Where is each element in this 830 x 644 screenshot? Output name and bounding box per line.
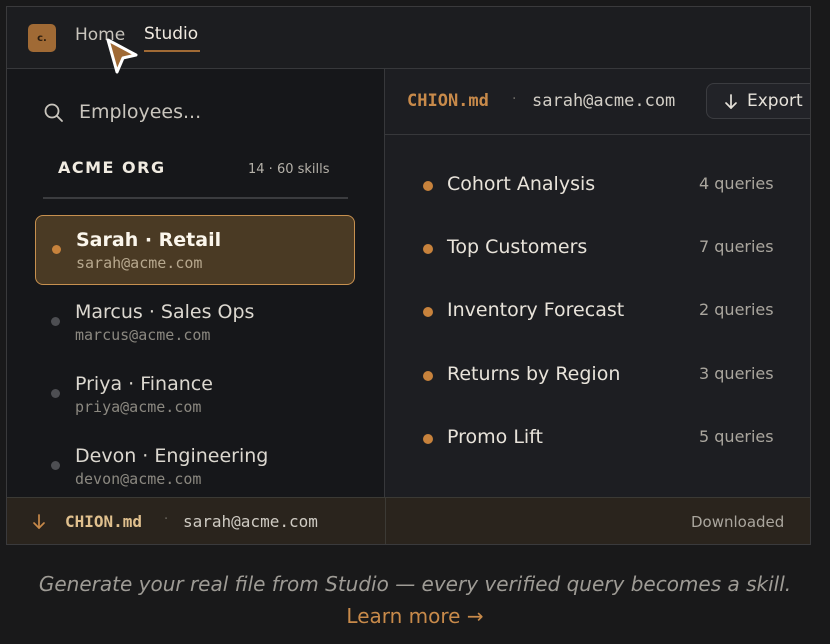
employee-item-marcus[interactable]: Marcus · Sales Ops marcus@acme.com [35,288,355,358]
bullet-dot [423,371,433,381]
header-separator: · [512,91,517,107]
status-dot [52,245,61,254]
query-item[interactable]: Promo Lift 5 queries [385,419,810,459]
bar-divider [385,498,386,544]
export-label: Export [747,91,803,111]
query-name: Promo Lift [447,426,543,448]
downloaded-file-name: CHION.md [65,512,143,531]
query-count: 4 queries [699,174,774,193]
file-owner-email: sarah@acme.com [532,91,676,111]
logo[interactable]: c. [28,24,56,52]
query-name: Inventory Forecast [447,299,625,321]
nav-studio-link[interactable]: Studio [144,24,198,44]
download-separator: · [164,512,169,527]
org-divider [43,197,348,199]
query-item[interactable]: Returns by Region 3 queries [385,356,810,396]
employee-item-sarah[interactable]: Sarah · Retail sarah@acme.com [35,215,355,285]
caption-text: Generate your real file from Studio — ev… [38,572,792,596]
search-icon [44,103,63,122]
query-item[interactable]: Top Customers 7 queries [385,229,810,269]
status-dot [51,317,60,326]
download-status-bar: CHION.md · sarah@acme.com Downloaded [7,497,810,544]
employee-name: Marcus · Sales Ops [75,301,255,323]
employee-email: priya@acme.com [75,398,202,416]
query-name: Cohort Analysis [447,173,596,195]
download-arrow-icon [725,94,737,109]
skill-file-panel: CHION.md · sarah@acme.com Export Cohort … [385,69,810,497]
query-count: 7 queries [699,237,774,256]
employee-name: Sarah · Retail [76,229,222,251]
employee-search-input[interactable]: Employees... [79,101,201,123]
logo-text: c. [37,32,47,44]
employee-email: devon@acme.com [75,470,202,488]
query-count: 3 queries [699,364,774,383]
file-header: CHION.md · sarah@acme.com Export [385,69,810,135]
query-item[interactable]: Cohort Analysis 4 queries [385,166,810,206]
employee-email: sarah@acme.com [76,254,203,272]
download-status: Downloaded [691,513,785,531]
employee-name: Priya · Finance [75,373,213,395]
bullet-dot [423,181,433,191]
query-item[interactable]: Inventory Forecast 2 queries [385,292,810,332]
employee-item-devon[interactable]: Devon · Engineering devon@acme.com [35,432,355,502]
status-dot [51,461,60,470]
cursor-pointer-icon [106,38,138,74]
bullet-dot [423,434,433,444]
bullet-dot [423,244,433,254]
status-dot [51,389,60,398]
downloaded-file-email: sarah@acme.com [183,512,318,531]
employee-sidebar: Employees... ACME ORG 14 · 60 skills Sar… [7,69,385,497]
org-meta: 14 · 60 skills [248,162,330,177]
query-name: Returns by Region [447,363,621,385]
app-window: c. Home Studio Employees... ACME ORG 14 … [6,6,811,545]
employee-name: Devon · Engineering [75,445,269,467]
export-button[interactable]: Export [706,83,810,119]
query-count: 2 queries [699,300,774,319]
query-count: 5 queries [699,427,774,446]
query-name: Top Customers [447,236,588,258]
learn-more-link[interactable]: Learn more → [346,604,483,628]
active-tab-indicator [144,50,200,52]
caption: Generate your real file from Studio — ev… [10,568,820,632]
org-name: ACME ORG [58,158,166,177]
bullet-dot [423,307,433,317]
employee-email: marcus@acme.com [75,326,211,344]
download-arrow-icon [33,514,45,529]
employee-item-priya[interactable]: Priya · Finance priya@acme.com [35,360,355,430]
file-name: CHION.md [407,91,489,111]
